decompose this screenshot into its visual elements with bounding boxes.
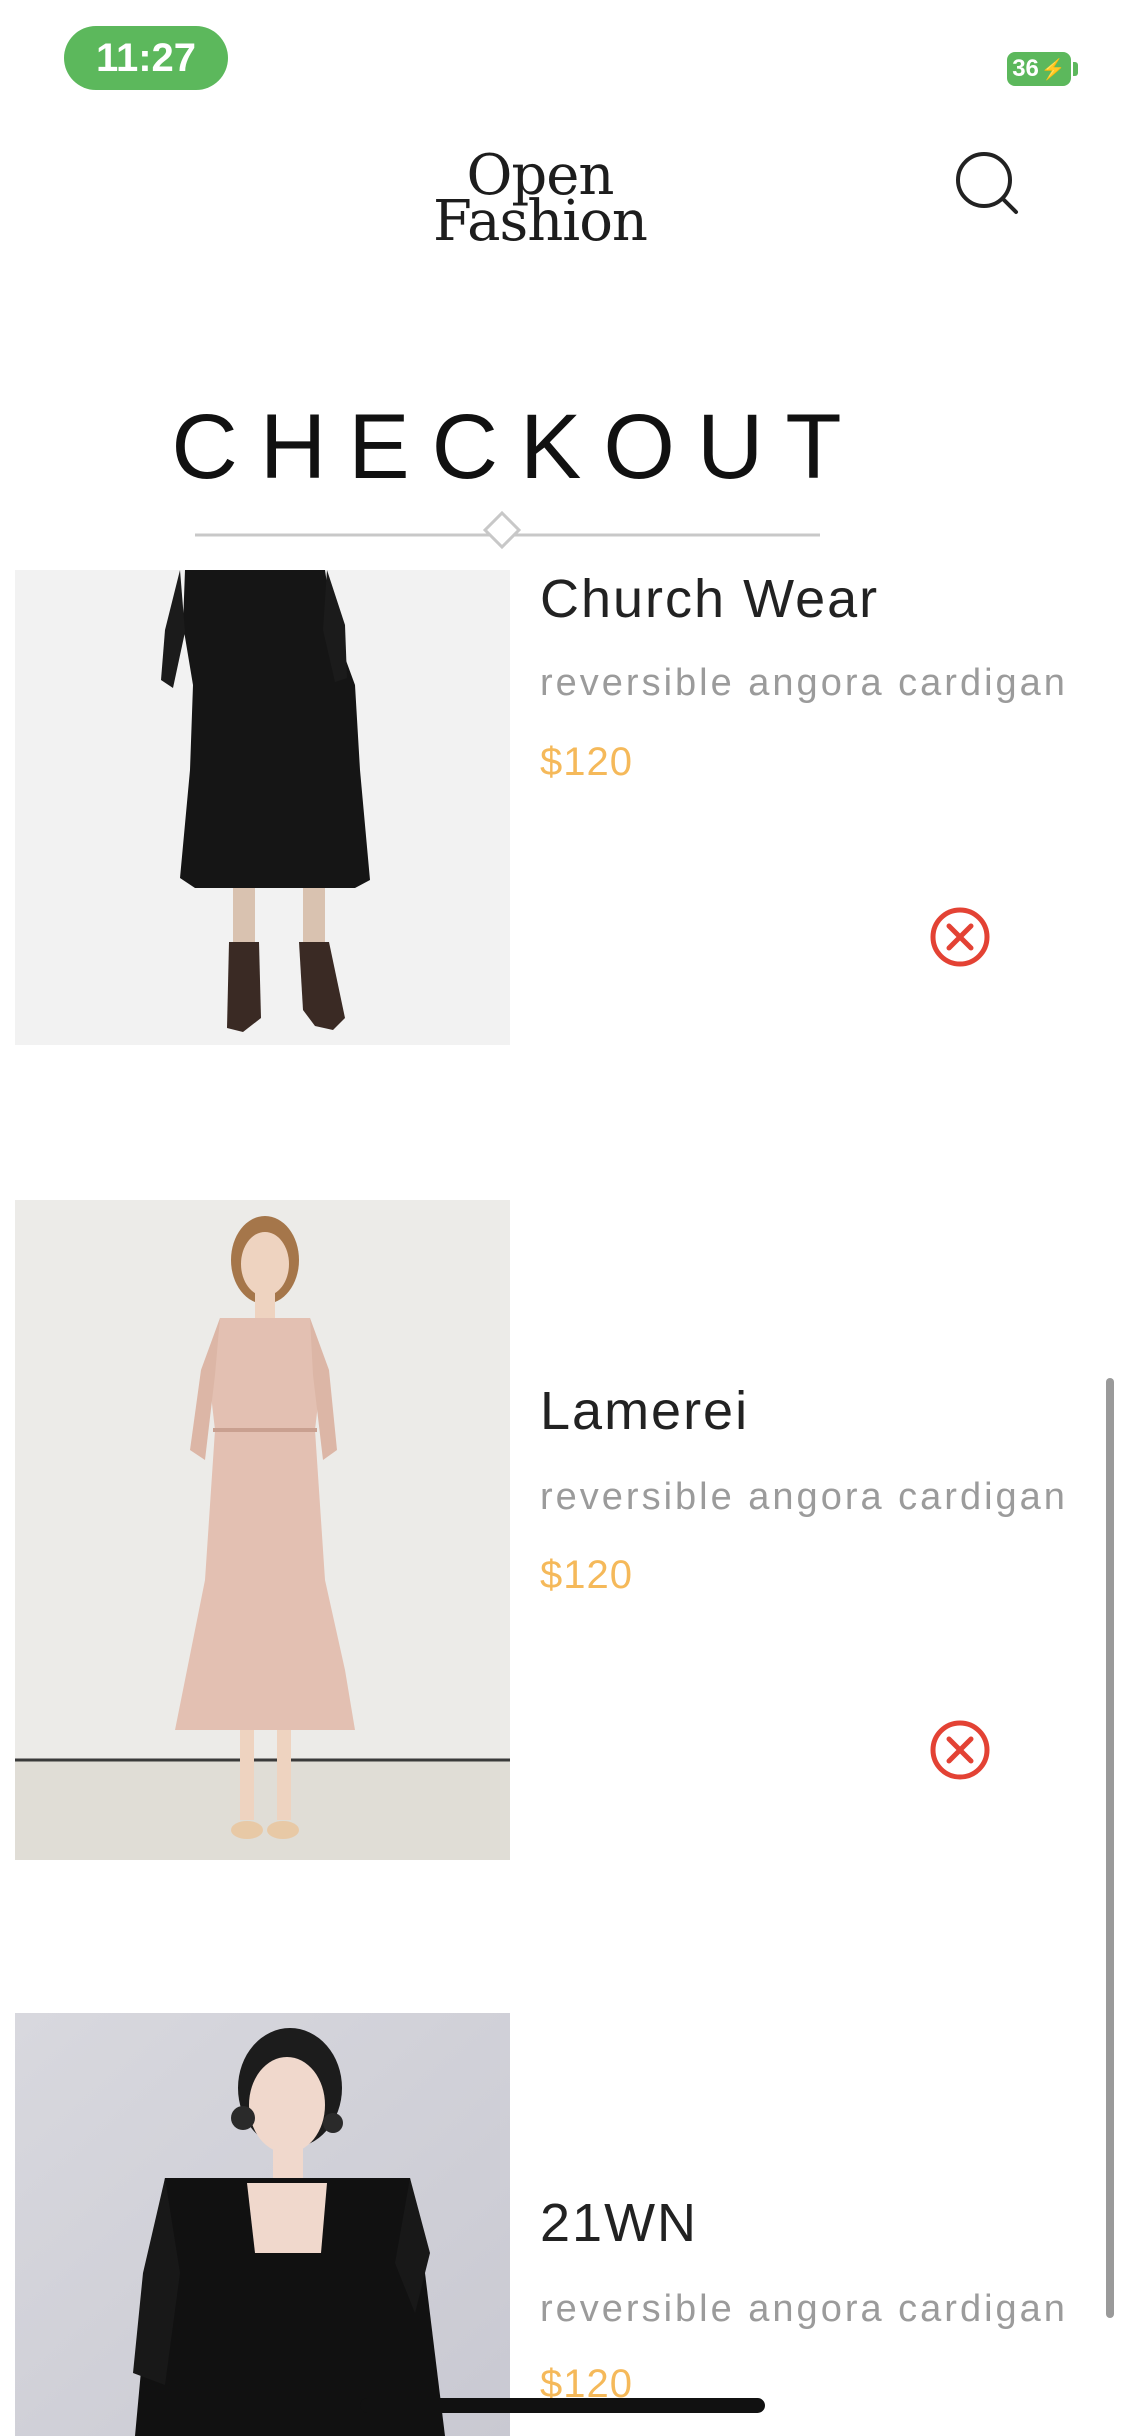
close-circle-icon <box>930 907 990 967</box>
logo-line-2: Fashion <box>433 189 648 254</box>
page-title: CHECKOUT <box>171 396 864 498</box>
scrollbar[interactable] <box>1106 1378 1114 2318</box>
product-description: reversible angora cardigan <box>540 662 1068 704</box>
remove-item-button[interactable] <box>928 905 992 969</box>
product-description: reversible angora cardigan <box>540 2288 1068 2330</box>
search-icon[interactable] <box>954 150 1024 220</box>
status-time: 11:27 <box>64 26 228 90</box>
remove-item-button[interactable] <box>928 1718 992 1782</box>
product-name[interactable]: Lamerei <box>540 1380 749 1442</box>
battery-nub <box>1073 62 1078 76</box>
product-image[interactable] <box>15 570 510 1045</box>
product-image[interactable] <box>15 1200 510 1860</box>
title-divider <box>195 510 820 550</box>
product-image[interactable] <box>15 2013 510 2436</box>
close-circle-icon <box>930 1720 990 1780</box>
product-name[interactable]: Church Wear <box>540 568 879 630</box>
app-logo[interactable]: Open Fashion <box>400 148 680 258</box>
home-indicator[interactable] <box>360 2398 765 2413</box>
product-description: reversible angora cardigan <box>540 1476 1068 1518</box>
product-price: $120 <box>540 1553 633 1597</box>
product-price: $120 <box>540 740 633 784</box>
product-name[interactable]: 21WN <box>540 2192 698 2254</box>
checkout-screen: 11:27 36 ⚡ Open Fashion CHECKOUT Church … <box>0 0 1125 2436</box>
battery-indicator: 36 ⚡ <box>1007 52 1071 86</box>
charging-bolt-icon: ⚡ <box>1040 58 1066 81</box>
battery-level: 36 <box>1012 55 1039 82</box>
